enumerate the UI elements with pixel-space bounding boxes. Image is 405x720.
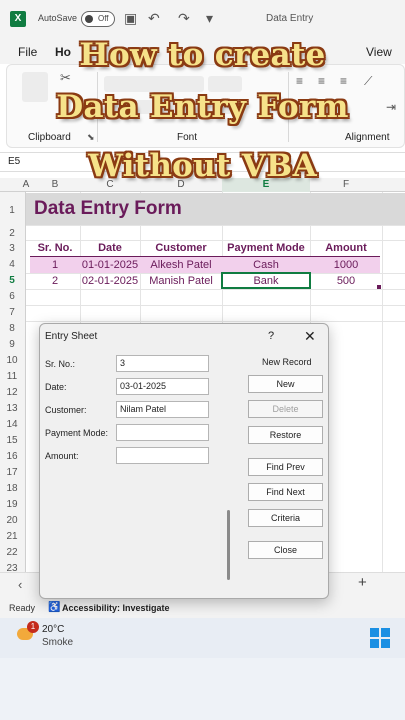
orientation-icon[interactable]: ⟋ bbox=[364, 74, 372, 89]
row-header[interactable]: 18 bbox=[0, 483, 24, 494]
excel-app-icon: X bbox=[10, 11, 26, 27]
row-header[interactable]: 3 bbox=[0, 243, 24, 254]
accessibility-status[interactable]: Accessibility: Investigate bbox=[62, 603, 170, 613]
restore-button[interactable]: Restore bbox=[248, 426, 323, 444]
row-header[interactable]: 14 bbox=[0, 419, 24, 430]
row-header[interactable]: 12 bbox=[0, 387, 24, 398]
table-header-customer[interactable]: Customer bbox=[140, 241, 222, 256]
field-label-payment-mode: Payment Mode: bbox=[45, 428, 109, 438]
active-cell-border bbox=[221, 272, 311, 289]
table-header-sr-no[interactable]: Sr. No. bbox=[30, 241, 80, 256]
date-input[interactable]: 03-01-2025 bbox=[116, 378, 209, 395]
headline-line-2: Data Entry Form bbox=[56, 89, 349, 125]
table-header-date[interactable]: Date bbox=[80, 241, 140, 256]
find-next-button[interactable]: Find Next bbox=[248, 483, 323, 501]
table-cell[interactable]: Alkesh Patel bbox=[140, 257, 222, 273]
sheet-title[interactable]: Data Entry Form bbox=[34, 198, 182, 220]
field-label-sr-no: Sr. No.: bbox=[45, 359, 76, 369]
row-header[interactable]: 20 bbox=[0, 515, 24, 526]
group-label-clipboard: Clipboard bbox=[28, 132, 71, 143]
row-header[interactable]: 2 bbox=[0, 228, 24, 239]
gridline bbox=[26, 225, 405, 226]
quick-access-dropdown-icon[interactable]: ▾ bbox=[206, 10, 213, 27]
row-header[interactable]: 9 bbox=[0, 339, 24, 350]
delete-button[interactable]: Delete bbox=[248, 400, 323, 418]
record-scrollbar[interactable] bbox=[227, 510, 230, 580]
undo-icon[interactable]: ↶ bbox=[148, 10, 160, 27]
row-header[interactable]: 19 bbox=[0, 499, 24, 510]
gridline bbox=[26, 305, 405, 306]
headline-line-1: How to create bbox=[79, 37, 326, 73]
customer-input[interactable]: Nilam Patel bbox=[116, 401, 209, 418]
status-ready: Ready bbox=[9, 603, 36, 613]
record-status: New Record bbox=[262, 357, 312, 367]
row-header[interactable]: 6 bbox=[0, 291, 24, 302]
field-label-date: Date: bbox=[45, 382, 67, 392]
document-title: Data Entry bbox=[266, 13, 314, 24]
windows-start-icon[interactable] bbox=[370, 628, 390, 648]
row-header[interactable]: 22 bbox=[0, 547, 24, 558]
add-sheet-icon[interactable]: + bbox=[358, 574, 367, 591]
table-cell[interactable]: 1 bbox=[30, 257, 80, 273]
criteria-button[interactable]: Criteria bbox=[248, 509, 323, 527]
notification-badge: 1 bbox=[27, 621, 39, 633]
field-label-customer: Customer: bbox=[45, 405, 87, 415]
table-cell[interactable]: 2 bbox=[30, 273, 80, 289]
table-cell[interactable]: 1000 bbox=[310, 257, 382, 273]
table-header-payment-mode[interactable]: Payment Mode bbox=[222, 241, 310, 256]
sr-no-input[interactable]: 3 bbox=[116, 355, 209, 372]
group-label-alignment: Alignment bbox=[345, 132, 390, 143]
table-cell[interactable]: 01-01-2025 bbox=[80, 257, 140, 273]
help-icon[interactable]: ? bbox=[268, 330, 274, 342]
redo-icon[interactable]: ↷ bbox=[178, 10, 190, 27]
find-prev-button[interactable]: Find Prev bbox=[248, 458, 323, 476]
row-header[interactable]: 4 bbox=[0, 259, 24, 270]
accessibility-icon[interactable]: ♿ bbox=[48, 602, 60, 613]
table-cell[interactable]: Manish Patel bbox=[140, 273, 222, 289]
table-header-amount[interactable]: Amount bbox=[310, 241, 382, 256]
row-header[interactable]: 16 bbox=[0, 451, 24, 462]
weather-condition[interactable]: Smoke bbox=[42, 637, 73, 648]
row-header[interactable]: 7 bbox=[0, 307, 24, 318]
row-header[interactable]: 13 bbox=[0, 403, 24, 414]
new-button[interactable]: New bbox=[248, 375, 323, 393]
row-header[interactable]: 11 bbox=[0, 371, 24, 382]
table-cell[interactable]: 500 bbox=[310, 273, 382, 289]
save-icon[interactable]: ▣ bbox=[124, 10, 137, 27]
headline-line-3: Without VBA bbox=[88, 148, 317, 184]
sheet-scroll-left-icon[interactable]: ‹ bbox=[18, 577, 22, 592]
dialog-title: Entry Sheet bbox=[45, 331, 98, 342]
close-icon[interactable]: ✕ bbox=[304, 328, 316, 345]
autosave-label: AutoSave bbox=[38, 13, 78, 23]
row-header-selected[interactable]: 5 bbox=[0, 275, 24, 286]
close-button[interactable]: Close bbox=[248, 541, 323, 559]
row-header[interactable]: 21 bbox=[0, 531, 24, 542]
gridline bbox=[382, 192, 383, 600]
row-header[interactable]: 17 bbox=[0, 467, 24, 478]
group-label-font: Font bbox=[177, 132, 198, 143]
status-bar bbox=[0, 598, 405, 618]
weather-temperature[interactable]: 20°C bbox=[42, 624, 64, 635]
amount-input[interactable] bbox=[116, 447, 209, 464]
gridline bbox=[26, 321, 405, 322]
gridline bbox=[26, 289, 405, 290]
align-middle-icon[interactable]: ≡ bbox=[318, 74, 325, 88]
row-header[interactable]: 8 bbox=[0, 323, 24, 334]
align-bottom-icon[interactable]: ≡ bbox=[340, 74, 347, 88]
align-top-icon[interactable]: ≡ bbox=[296, 74, 303, 88]
dialog-launcher-icon[interactable]: ⬊ bbox=[87, 132, 95, 143]
excel-window: X AutoSave Off ▣ ↶ ↷ ▾ Data Entry File H… bbox=[0, 0, 405, 720]
row-header[interactable]: 15 bbox=[0, 435, 24, 446]
row-header[interactable]: 1 bbox=[0, 205, 24, 216]
screen-bottom-area bbox=[0, 658, 405, 720]
table-resize-handle[interactable] bbox=[377, 285, 381, 289]
autosave-toggle[interactable]: Off bbox=[81, 11, 115, 27]
field-label-amount: Amount: bbox=[45, 451, 79, 461]
table-cell[interactable]: Cash bbox=[222, 257, 310, 273]
row-header[interactable]: 10 bbox=[0, 355, 24, 366]
payment-mode-input[interactable] bbox=[116, 424, 209, 441]
table-cell[interactable]: 02-01-2025 bbox=[80, 273, 140, 289]
